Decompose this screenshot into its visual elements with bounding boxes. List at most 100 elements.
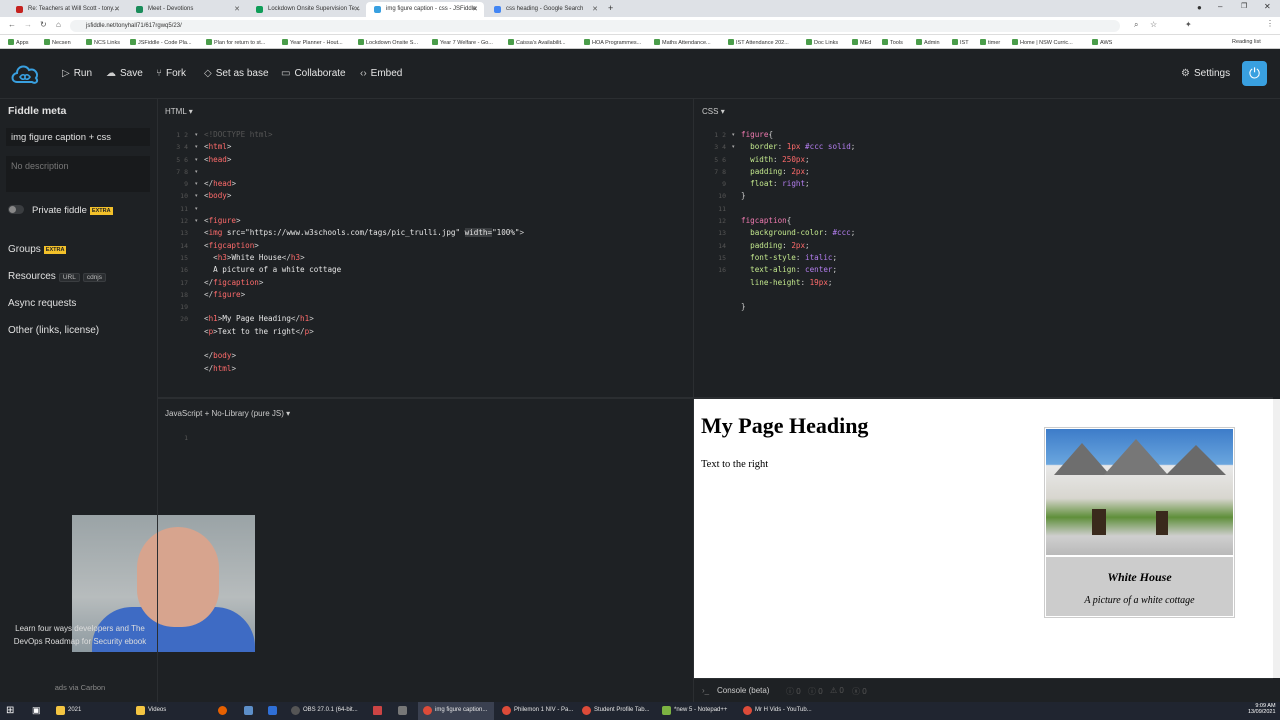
close-icon[interactable]: ✕ xyxy=(472,5,478,13)
fork-button[interactable]: ⑂ Fork xyxy=(156,68,186,79)
bookmark[interactable]: Year Planner - Hout... xyxy=(282,39,343,46)
html-code[interactable]: <!DOCTYPE html> <html> <head> </head> <b… xyxy=(204,129,524,375)
taskbar-item[interactable]: 2021 xyxy=(68,707,81,713)
bookmark[interactable]: Caissa's Availabilit... xyxy=(508,39,566,46)
shield-icon[interactable] xyxy=(268,706,277,715)
windows-start-icon[interactable]: ⊞ xyxy=(6,705,14,716)
bookmark[interactable]: MEd xyxy=(852,39,871,46)
sidebar-item-other[interactable]: Other (links, license) xyxy=(8,325,99,336)
minimize-icon[interactable]: – xyxy=(1218,2,1222,11)
zoom-icon[interactable]: ⌕ xyxy=(1134,20,1138,30)
collaborate-button[interactable]: ▭ Collaborate xyxy=(281,68,346,79)
bookmark[interactable]: timer xyxy=(980,39,1000,46)
home-icon[interactable]: ⌂ xyxy=(56,20,61,29)
caption-text: A picture of a white cottage xyxy=(1084,595,1195,606)
html-pane-label[interactable]: HTML ▾ xyxy=(165,107,193,116)
bookmark[interactable]: Plan for return to st... xyxy=(206,39,265,46)
taskbar-item[interactable]: OBS 27.0.1 (64-bit... xyxy=(303,707,358,713)
result-scrollbar[interactable] xyxy=(1273,399,1280,678)
bookmark[interactable]: NCS Links xyxy=(86,39,120,46)
reload-icon[interactable]: ↻ xyxy=(40,20,47,29)
menu-icon[interactable]: ⋮ xyxy=(1266,19,1274,28)
taskbar-item[interactable]: Student Profile Tab... xyxy=(594,707,650,713)
carbon-ad-footer[interactable]: ads via Carbon xyxy=(6,683,154,692)
taskbar-item[interactable]: Philemon 1 NIV - Pa... xyxy=(514,707,573,713)
profile-icon[interactable]: ● xyxy=(1197,3,1202,12)
save-button[interactable]: ☁ Save xyxy=(106,68,143,79)
trulli-door xyxy=(1156,511,1168,535)
run-button[interactable]: ▷ Run xyxy=(62,68,92,79)
taskbar-item-active[interactable]: img figure caption... xyxy=(435,707,487,713)
sidebar-item-groups[interactable]: Groups EXTRA xyxy=(8,244,67,255)
browser-tab[interactable]: Re: Teachers at Will Scott - tony... ✕ xyxy=(8,2,126,17)
url-input[interactable]: jsfiddle.net/tonyhall71/617rgwq5/23/ xyxy=(70,20,1120,32)
taskbar-item[interactable]: Mr H Vids - YouTub... xyxy=(755,707,812,713)
browser-tab[interactable]: Lockdown Onsite Supervision Te... ✕ xyxy=(248,2,366,17)
caption-title: White House xyxy=(1107,570,1172,584)
window-close-icon[interactable]: ✕ xyxy=(1264,2,1271,11)
close-icon[interactable]: ✕ xyxy=(114,5,120,13)
sidebar-item-resources[interactable]: Resources URL cdnjs xyxy=(8,271,107,282)
maximize-icon[interactable]: ❐ xyxy=(1241,2,1247,10)
firefox-icon[interactable] xyxy=(218,706,227,715)
forward-icon[interactable]: → xyxy=(24,20,32,29)
set-as-base-button[interactable]: ◇ Set as base xyxy=(204,68,269,79)
bookmark[interactable]: Doc Links xyxy=(806,39,838,46)
fold-markers[interactable]: ▾ ▾ xyxy=(732,129,735,154)
reading-list[interactable]: Reading list xyxy=(1232,39,1261,45)
bookmark[interactable]: Lockdown Onsite S... xyxy=(358,39,418,46)
bookmark[interactable]: IST Attendance 202... xyxy=(728,39,789,46)
settings-button[interactable]: ⚙ Settings xyxy=(1181,68,1230,79)
task-view-icon[interactable]: ▣ xyxy=(32,705,41,716)
carbon-ad-text[interactable]: Learn four ways developers and The DevOp… xyxy=(6,622,154,648)
bookmark[interactable]: Year 7 Welfare - Go... xyxy=(432,39,493,46)
bookmark[interactable]: Admin xyxy=(916,39,940,46)
star-icon[interactable]: ☆ xyxy=(1150,20,1157,29)
sidebar-item-async[interactable]: Async requests xyxy=(8,298,76,309)
app-icon[interactable] xyxy=(398,706,407,715)
console-label: Console (beta) xyxy=(717,686,770,695)
close-icon[interactable]: ✕ xyxy=(592,5,598,13)
clock[interactable]: 9:09 AM 13/09/2021 xyxy=(1248,703,1276,715)
sidebar-divider[interactable] xyxy=(157,99,158,702)
bookmark[interactable]: JSFiddle - Code Pla... xyxy=(130,39,192,46)
obs-icon xyxy=(291,706,300,715)
bookmark[interactable]: Necsen xyxy=(44,39,71,46)
back-icon[interactable]: ← xyxy=(8,20,16,29)
private-fiddle-label: Private fiddle xyxy=(32,205,87,216)
taskbar-item[interactable]: Videos xyxy=(148,707,166,713)
js-pane-label[interactable]: JavaScript + No-Library (pure JS) ▾ xyxy=(165,409,290,418)
bookmark[interactable]: Maths Attendance... xyxy=(654,39,711,46)
bookmark[interactable]: HOA Programmes... xyxy=(584,39,641,46)
app-icon[interactable] xyxy=(373,706,382,715)
bookmark[interactable]: Tools xyxy=(882,39,903,46)
toggle-knob xyxy=(9,206,16,213)
bookmark[interactable]: Home | NSW Curric... xyxy=(1012,39,1073,46)
jsfiddle-logo-icon[interactable] xyxy=(9,60,41,88)
embed-button[interactable]: ‹› Embed xyxy=(360,68,402,79)
browser-tab[interactable]: Meet - Devotions ✕ xyxy=(128,2,246,17)
new-tab-icon[interactable]: + xyxy=(608,3,613,13)
bookmark[interactable]: AWS xyxy=(1092,39,1112,46)
browser-tab-label: css heading - Google Search xyxy=(506,6,584,12)
browser-tab-bar: Re: Teachers at Will Scott - tony... ✕ Me… xyxy=(0,0,1280,17)
extensions-icon[interactable]: ✦ xyxy=(1185,20,1192,29)
result-iframe[interactable]: My Page Heading Text to the right White … xyxy=(694,399,1273,678)
url-pill[interactable]: URL xyxy=(58,273,80,282)
caret-down-icon: ▾ xyxy=(286,409,291,418)
css-pane-label[interactable]: CSS ▾ xyxy=(702,107,725,116)
console-bar[interactable]: ›_ Console (beta) ⓘ 0 ⓘ 0 ⚠ 0 ⓧ 0 xyxy=(694,678,1273,702)
browser-tab[interactable]: css heading - Google Search ✕ xyxy=(486,2,604,17)
browser-tab-active[interactable]: img figure caption - css - JSFiddle ✕ xyxy=(366,2,484,17)
private-toggle[interactable] xyxy=(8,205,24,214)
fold-markers[interactable]: ▾ ▾ ▾ ▾ ▾ ▾ ▾ ▾ xyxy=(195,129,198,227)
app-icon[interactable] xyxy=(244,706,253,715)
bookmark[interactable]: Apps xyxy=(8,39,29,46)
power-login-icon[interactable]: ⏻ xyxy=(1242,61,1267,86)
close-icon[interactable]: ✕ xyxy=(354,5,360,13)
bookmark[interactable]: IST xyxy=(952,39,969,46)
close-icon[interactable]: ✕ xyxy=(234,5,240,13)
cdnjs-pill[interactable]: cdnjs xyxy=(82,273,107,282)
taskbar-item[interactable]: *new 5 - Notepad++ xyxy=(674,707,727,713)
css-code[interactable]: figure{ border: 1px #ccc solid; width: 2… xyxy=(741,129,855,313)
